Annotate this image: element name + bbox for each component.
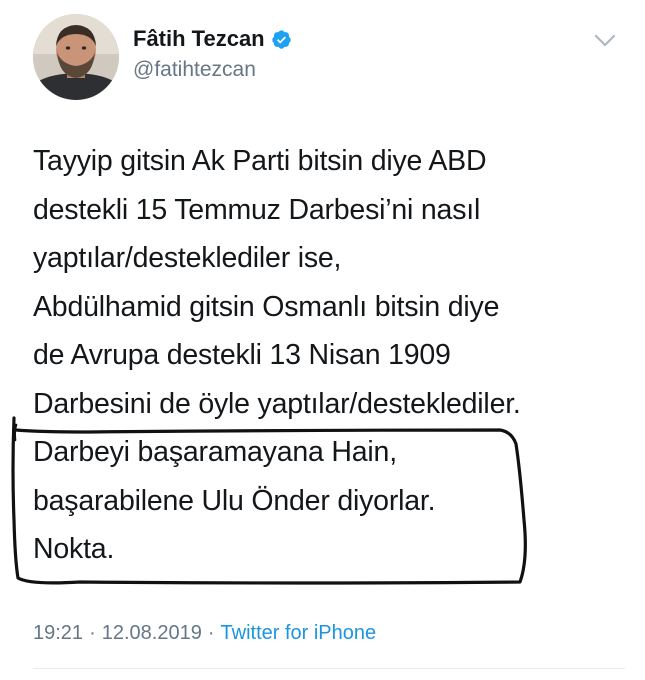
tweet-line: Tayyip gitsin Ak Parti bitsin diye ABD xyxy=(33,145,487,177)
tweet-line: Darbeyi başaramayana Hain, xyxy=(33,436,397,468)
meta-separator: · xyxy=(89,622,96,644)
meta-separator: · xyxy=(207,622,215,644)
display-name[interactable]: Fâtih Tezcan xyxy=(133,26,265,52)
divider xyxy=(33,668,625,669)
tweet-line: Nokta. xyxy=(33,533,115,565)
avatar[interactable] xyxy=(33,14,119,100)
tweet-line: başarabilene Ulu Önder diyorlar. xyxy=(33,484,436,517)
tweet-meta: 19:21 · 12.08.2019 · Twitter for iPhone xyxy=(33,622,376,645)
source-link[interactable]: Twitter for iPhone xyxy=(221,622,377,644)
tweet-line: Darbesini de öyle yaptılar/desteklediler… xyxy=(33,387,521,420)
tweet-date[interactable]: 12.08.2019 xyxy=(102,622,202,644)
avatar-image xyxy=(33,14,119,100)
tweet-line: de Avrupa destekli 13 Nisan 1909 xyxy=(33,339,451,371)
verified-badge-icon xyxy=(271,29,291,49)
username[interactable]: @fatihtezcan xyxy=(133,58,256,82)
tweet-line: Abdülhamid gitsin Osmanlı bitsin diye xyxy=(33,290,500,323)
tweet-card: Fâtih Tezcan @fatihtezcan Tayyip gitsin … xyxy=(0,0,645,680)
chevron-down-icon[interactable] xyxy=(594,34,616,48)
tweet-line: destekli 15 Temmuz Darbesi’ni nasıl xyxy=(33,193,481,226)
tweet-line: yaptılar/desteklediler ise, xyxy=(33,242,342,274)
tweet-text: Tayyip gitsin Ak Parti bitsin diye ABD d… xyxy=(33,137,623,574)
author-name-row[interactable]: Fâtih Tezcan xyxy=(133,26,292,52)
tweet-time[interactable]: 19:21 xyxy=(33,622,83,644)
